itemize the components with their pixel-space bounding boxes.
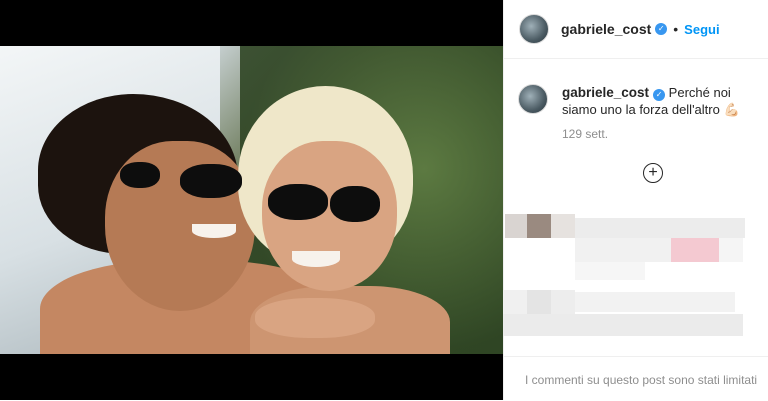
plus-circle-icon[interactable]: + <box>643 163 663 183</box>
comments-limited-notice: I commenti su questo post sono stati lim… <box>525 373 758 387</box>
photo-hand <box>255 298 375 338</box>
blurred-comments <box>503 206 768 346</box>
photo-smile-b <box>292 251 340 267</box>
blur-block <box>503 290 527 314</box>
follow-button[interactable]: Segui <box>684 22 719 37</box>
blur-block <box>575 262 645 280</box>
blur-block <box>503 314 743 336</box>
caption: gabriele_cost ✓ Perché noi siamo uno la f… <box>518 84 768 118</box>
verified-badge-icon: ✓ <box>655 23 668 35</box>
caption-timestamp[interactable]: 129 sett. <box>562 127 608 141</box>
blur-block <box>505 214 527 238</box>
post-media-panel <box>0 0 503 400</box>
blur-block <box>575 238 671 262</box>
blur-block <box>551 290 575 314</box>
avatar[interactable] <box>519 14 549 44</box>
caption-username[interactable]: gabriele_cost <box>562 85 649 100</box>
photo-sunglasses-b-right <box>330 186 380 222</box>
photo-sunglasses-a-right <box>180 164 242 198</box>
post-header: gabriele_cost ✓ • Segui <box>504 0 768 59</box>
photo-sunglasses-a-left <box>120 162 160 188</box>
blur-block <box>575 218 745 238</box>
blur-block <box>575 292 735 312</box>
blur-block <box>671 238 719 262</box>
photo-smile-a <box>192 224 236 238</box>
blur-block <box>551 214 575 238</box>
caption-body: gabriele_cost ✓ Perché noi siamo uno la f… <box>562 84 768 118</box>
header-username[interactable]: gabriele_cost <box>561 21 651 37</box>
blur-block <box>527 290 551 314</box>
photo-sunglasses-b-left <box>268 184 328 220</box>
caption-avatar[interactable] <box>518 84 548 114</box>
blur-block <box>527 214 551 238</box>
blur-block <box>719 238 743 262</box>
header-separator: • <box>673 21 679 37</box>
post-photo[interactable] <box>0 46 503 354</box>
caption-verified-badge-icon: ✓ <box>653 89 666 101</box>
